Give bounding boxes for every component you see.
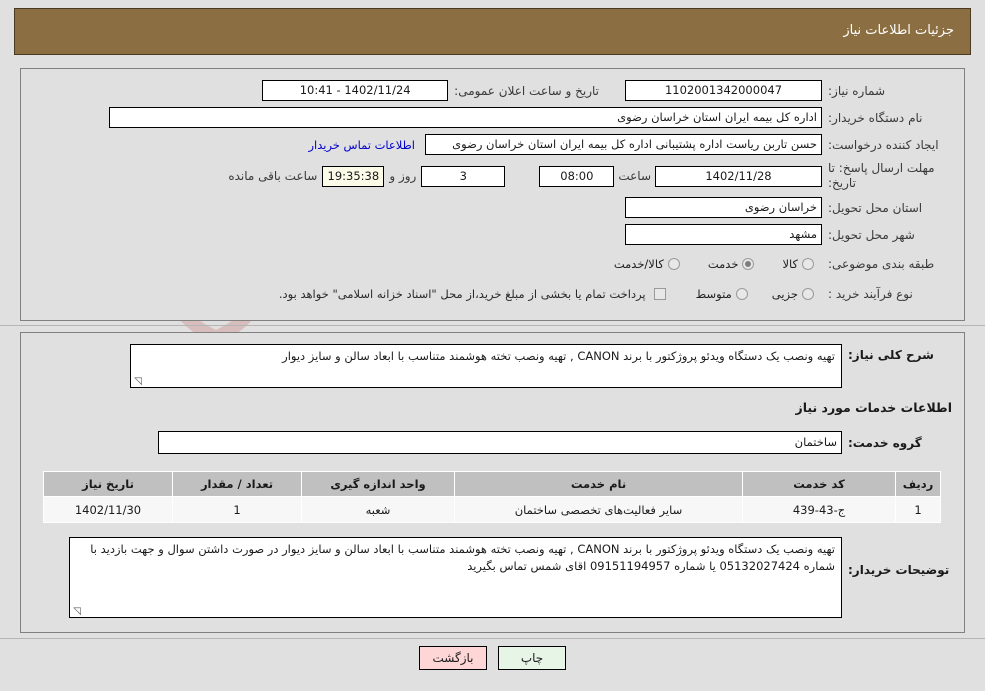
- treasury-note: پرداخت تمام یا بخشی از مبلغ خرید،از محل …: [278, 287, 646, 301]
- cell-service-name: سایر فعالیت‌های تخصصی ساختمان: [454, 496, 743, 523]
- deadline-time-value: 08:00: [539, 165, 615, 187]
- row-general-description: شرح کلی نیاز: تهیه ونصب یک دستگاه ویدئو …: [130, 344, 952, 388]
- general-desc-label: شرح کلی نیاز:: [848, 348, 934, 362]
- hour-label: ساعت: [618, 169, 651, 183]
- buyer-org-label: نام دستگاه خریدار:: [828, 110, 923, 125]
- process-label: نوع فرآیند خرید :: [828, 287, 913, 301]
- buyer-contact-link[interactable]: اطلاعات تماس خریدار: [308, 138, 415, 152]
- need-number-value: 1102001342000047: [625, 80, 822, 101]
- general-desc-value-box[interactable]: تهیه ونصب یک دستگاه ویدئو پروژکتور با بر…: [130, 344, 842, 388]
- radio-category-kala[interactable]: [802, 258, 814, 270]
- public-announce-value: 1402/11/24 - 10:41: [262, 80, 449, 101]
- deadline-label: مهلت ارسال پاسخ: تا تاریخ:: [828, 161, 935, 190]
- countdown-suffix-label: ساعت باقی مانده: [228, 169, 318, 183]
- radio-category-khedmat[interactable]: [742, 258, 755, 270]
- panel-divider: [0, 325, 985, 326]
- buyer-notes-label: توضیحات خریدار:: [848, 563, 950, 577]
- deadline-date-value: 1402/11/28: [655, 165, 822, 187]
- service-group-label: گروه خدمت:: [848, 435, 922, 450]
- treasury-checkbox[interactable]: [653, 288, 666, 300]
- buyer-notes-value-box[interactable]: تهیه ونصب یک دستگاه ویدئو پروژکتور با بر…: [69, 537, 842, 618]
- service-group-value: ساختمان: [158, 431, 842, 454]
- page-title-bar: جزئیات اطلاعات نیاز: [14, 8, 971, 55]
- col-need-date: تاریخ نیاز: [43, 471, 173, 497]
- resize-grip-icon[interactable]: ◹: [133, 377, 142, 387]
- countdown-value: 19:35:38: [322, 165, 385, 187]
- services-table: ردیف کد خدمت نام خدمت واحد اندازه گیری ت…: [43, 471, 941, 523]
- row-buyer-notes: توضیحات خریدار: تهیه ونصب یک دستگاه ویدئ…: [69, 537, 952, 618]
- need-info-panel: شماره نیاز: 1102001342000047 تاریخ و ساع…: [20, 68, 965, 321]
- radio-process-jozei-label: جزیی: [771, 287, 798, 301]
- radio-category-kala-label: کالا: [782, 257, 798, 271]
- footer-button-bar: چاپ بازگشت: [0, 646, 985, 670]
- back-button[interactable]: بازگشت: [419, 646, 487, 670]
- row-province: استان محل تحویل: خراسان رضوی: [625, 197, 952, 218]
- services-section-title: اطلاعات خدمات مورد نیاز: [795, 400, 953, 415]
- footer-divider: [0, 638, 985, 639]
- city-label: شهر محل تحویل:: [828, 227, 915, 242]
- row-service-group: گروه خدمت: ساختمان: [158, 431, 952, 454]
- cell-service-code: ج-43-439: [742, 496, 896, 523]
- need-number-label: شماره نیاز:: [828, 83, 885, 98]
- row-purchase-process: نوع فرآیند خرید : جزیی متوسط پرداخت تمام…: [279, 287, 952, 301]
- radio-category-kala-khedmat-label: کالا/خدمت: [613, 257, 664, 271]
- province-label: استان محل تحویل:: [828, 200, 923, 215]
- col-quantity: تعداد / مقدار: [172, 471, 302, 497]
- radio-category-khedmat-label: خدمت: [707, 257, 739, 271]
- col-row-no: ردیف: [895, 471, 941, 497]
- col-service-name: نام خدمت: [454, 471, 743, 497]
- requester-value: حسن تاربن ریاست اداره پشتیبانی اداره کل …: [425, 134, 822, 155]
- radio-process-motavaset[interactable]: [735, 288, 748, 300]
- category-label: طبقه بندی موضوعی:: [828, 257, 935, 271]
- page-title: جزئیات اطلاعات نیاز: [843, 23, 954, 38]
- row-requester: ایجاد کننده درخواست: حسن تاربن ریاست ادا…: [308, 134, 952, 155]
- radio-process-motavaset-label: متوسط: [695, 287, 732, 301]
- service-details-panel: شرح کلی نیاز: تهیه ونصب یک دستگاه ویدئو …: [20, 332, 965, 633]
- row-city: شهر محل تحویل: مشهد: [625, 224, 952, 245]
- requester-label: ایجاد کننده درخواست:: [828, 137, 939, 152]
- row-deadline: مهلت ارسال پاسخ: تا تاریخ: 1402/11/28 سا…: [228, 161, 952, 191]
- general-desc-value: تهیه ونصب یک دستگاه ویدئو پروژکتور با بر…: [282, 349, 835, 363]
- table-header-row: ردیف کد خدمت نام خدمت واحد اندازه گیری ت…: [43, 471, 941, 497]
- row-buyer-org: نام دستگاه خریدار: اداره کل بیمه ایران ا…: [109, 107, 952, 128]
- cell-quantity: 1: [172, 496, 302, 523]
- col-service-code: کد خدمت: [742, 471, 896, 497]
- radio-category-kala-khedmat[interactable]: [667, 258, 680, 270]
- radio-process-jozei[interactable]: [802, 288, 814, 300]
- cell-unit: شعبه: [301, 496, 455, 523]
- row-need-number: شماره نیاز: 1102001342000047 تاریخ و ساع…: [262, 80, 952, 101]
- resize-grip-icon-notes[interactable]: ◹: [72, 607, 81, 617]
- row-category: طبقه بندی موضوعی: کالا خدمت کالا/خدمت: [610, 257, 952, 271]
- buyer-org-value: اداره کل بیمه ایران استان خراسان رضوی: [109, 107, 822, 128]
- col-unit: واحد اندازه گیری: [301, 471, 455, 497]
- table-row[interactable]: 1 ج-43-439 سایر فعالیت‌های تخصصی ساختمان…: [43, 496, 941, 523]
- days-unit-label: روز و: [389, 169, 417, 183]
- province-value: خراسان رضوی: [625, 197, 822, 218]
- cell-need-date: 1402/11/30: [43, 496, 173, 523]
- buyer-notes-value: تهیه ونصب یک دستگاه ویدئو پروژکتور با بر…: [90, 542, 835, 573]
- remaining-days-value: 3: [421, 165, 506, 187]
- city-value: مشهد: [625, 224, 822, 245]
- cell-row-no: 1: [895, 496, 941, 523]
- public-announce-label: تاریخ و ساعت اعلان عمومی:: [454, 83, 599, 98]
- print-button[interactable]: چاپ: [498, 646, 566, 670]
